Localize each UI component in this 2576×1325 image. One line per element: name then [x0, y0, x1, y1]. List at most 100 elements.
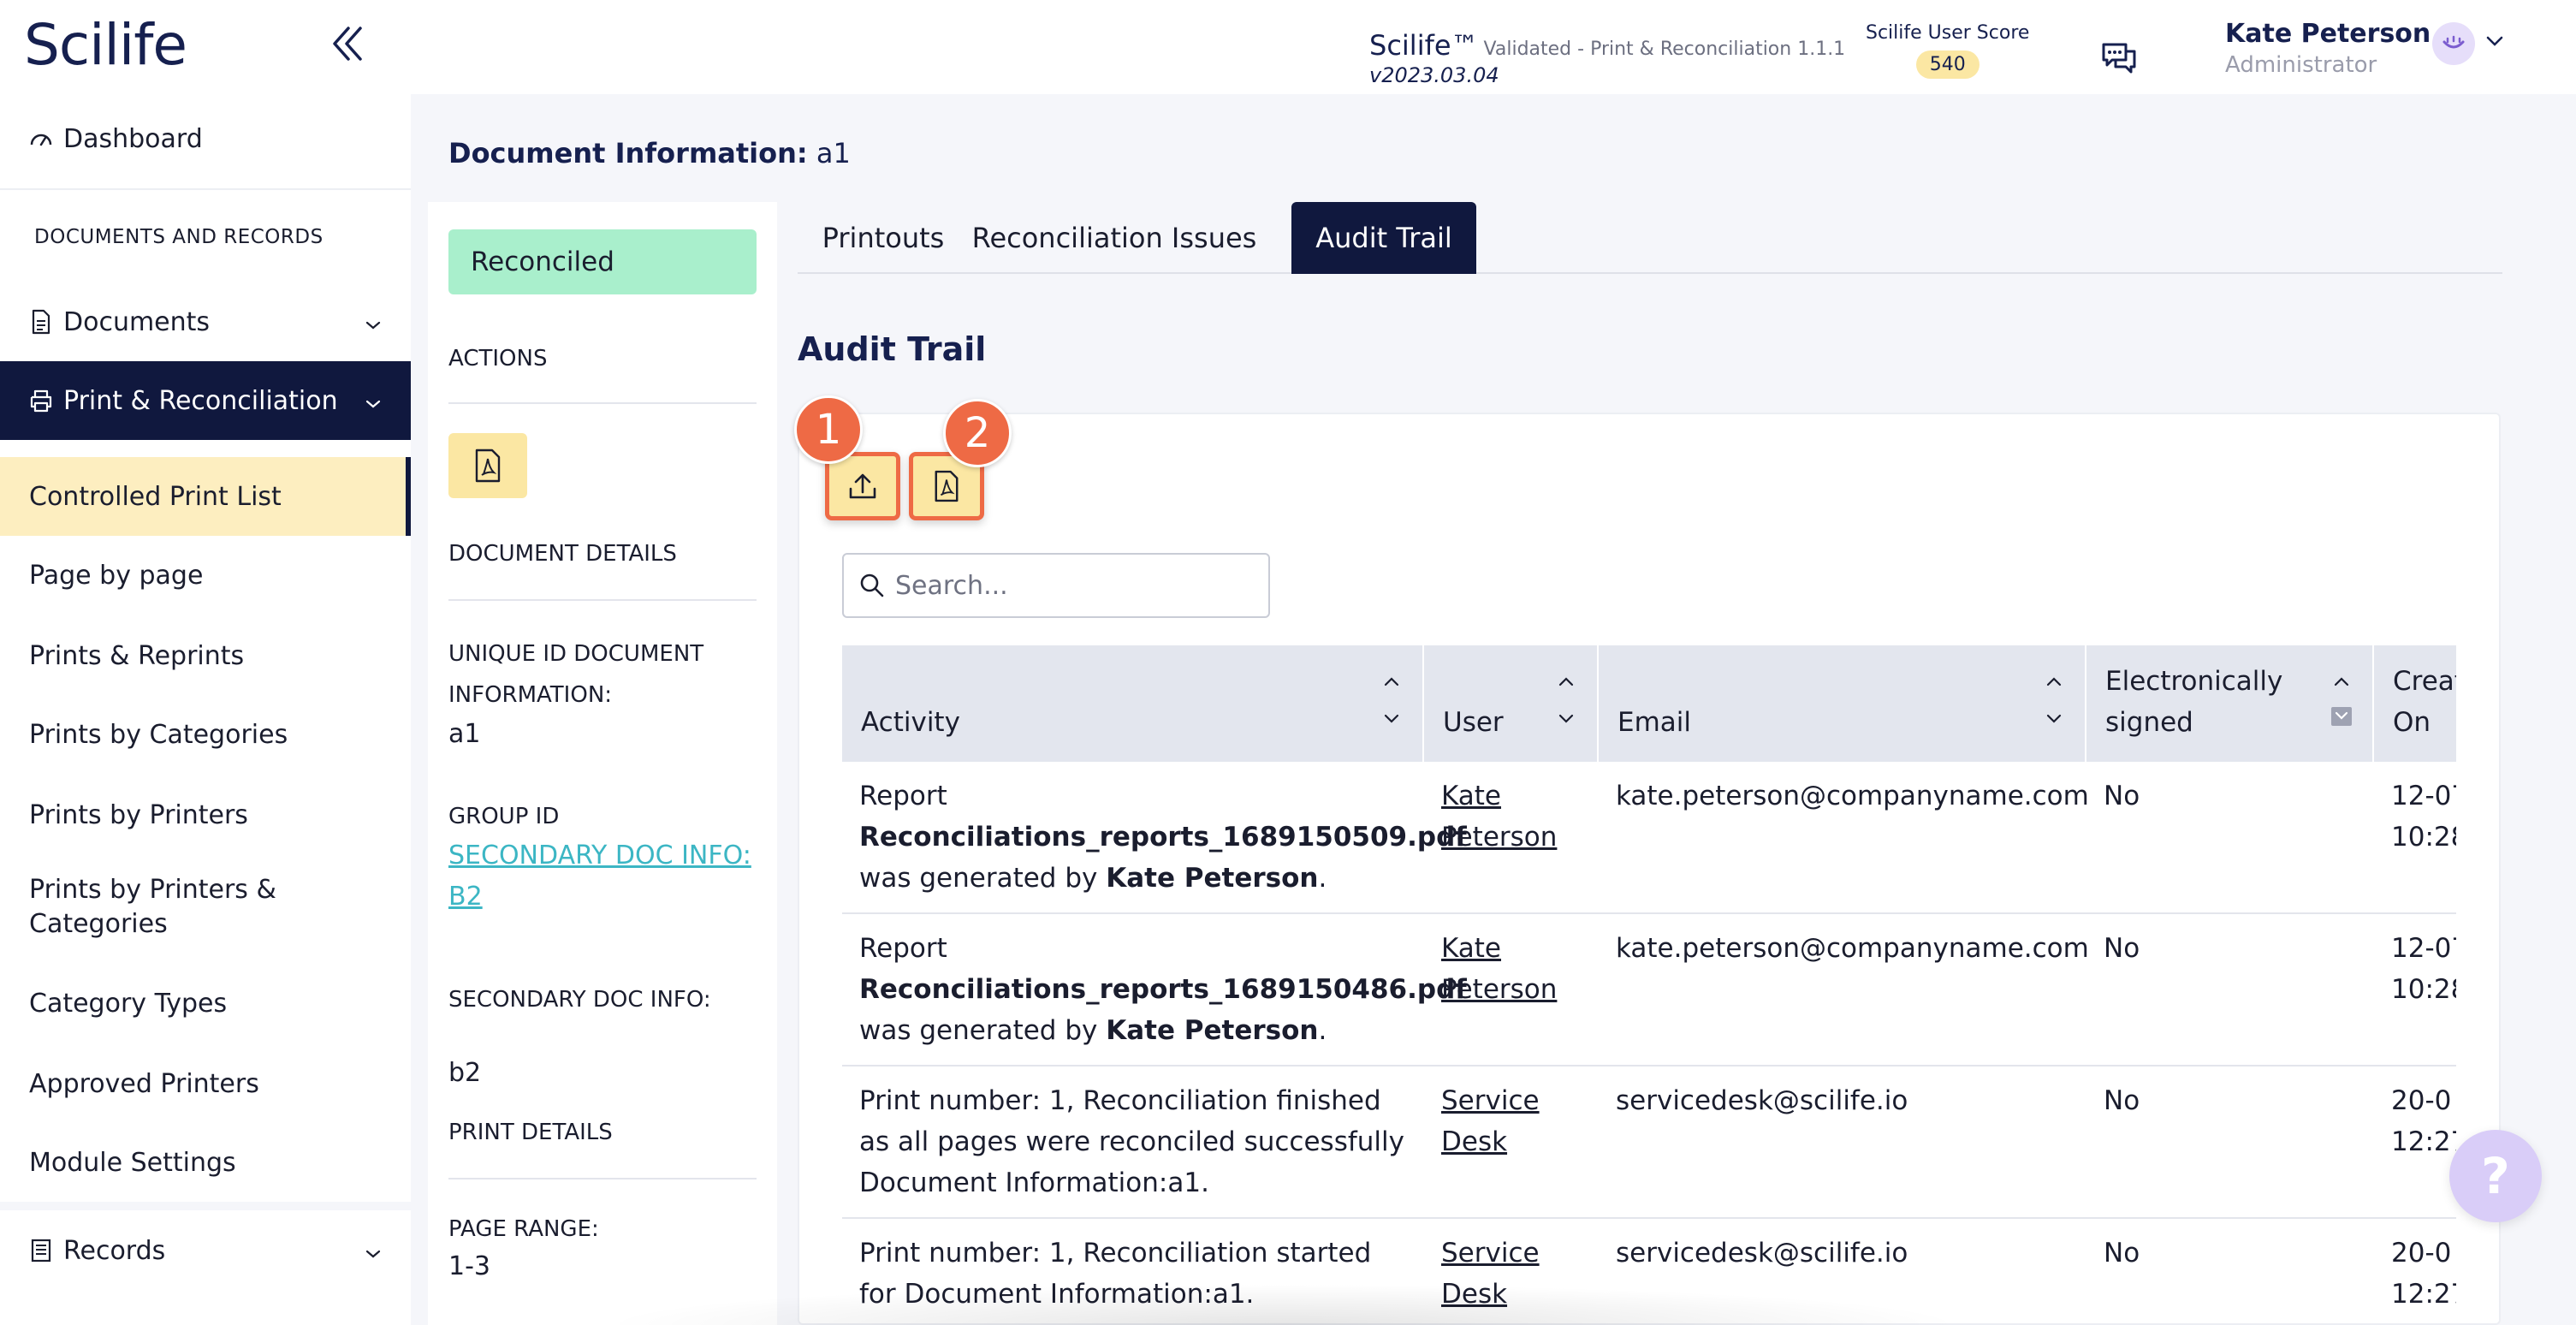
signed-cell: No — [2104, 933, 2140, 964]
scilife-logo[interactable]: Scilife — [24, 12, 187, 78]
created-date: 20-0 — [2391, 1238, 2452, 1269]
group-id-link[interactable]: SECONDARY DOC INFO: B2 — [448, 835, 774, 918]
pdf-icon — [475, 449, 501, 483]
divider — [448, 599, 757, 601]
sidebar: Dashboard DOCUMENTS AND RECORDS Document… — [0, 94, 411, 1325]
column-label: Email — [1617, 707, 1692, 738]
activity-cell: Report Reconciliations_reports_168915048… — [859, 928, 1467, 1051]
sidebar-item-label: Documents — [63, 306, 211, 337]
user-name: Kate Peterson — [2225, 19, 2431, 49]
user-link[interactable]: Kate Peterson — [1441, 933, 1557, 1005]
bottom-shadow — [599, 1284, 1968, 1325]
dashboard-icon — [27, 125, 55, 152]
report-name: Reconciliations_reports_1689150486.pdf — [859, 974, 1467, 1005]
app-version: v2023.03.04 — [1369, 63, 1499, 87]
user-menu[interactable]: Kate Peterson Administrator — [2225, 19, 2431, 78]
created-cell: 12-07 10:28: — [2391, 928, 2456, 1010]
tab-audit-trail[interactable]: Audit Trail — [1291, 202, 1476, 274]
activity-text: was generated by — [859, 863, 1098, 894]
activity-cell: Report Reconciliations_reports_168915050… — [859, 775, 1467, 899]
chevron-down-icon — [365, 386, 382, 416]
sidebar-subitem-prints-by-printers[interactable]: Prints by Printers — [0, 775, 411, 854]
sidebar-section-label: DOCUMENTS AND RECORDS — [34, 226, 323, 248]
sidebar-item-records[interactable]: Records — [0, 1221, 411, 1280]
user-cell: Service Desk — [1441, 1080, 1570, 1162]
export-pdf-button[interactable] — [448, 433, 527, 498]
actions-heading: ACTIONS — [448, 346, 548, 371]
search-icon — [860, 573, 884, 597]
column-header-email[interactable]: Email — [1599, 645, 2086, 762]
sort-icon — [1384, 677, 1399, 723]
group-id-label: GROUP ID — [448, 804, 560, 829]
column-label: Electronically signed — [2105, 666, 2283, 738]
double-chevron-left-icon — [333, 27, 362, 61]
unique-id-label: UNIQUE ID DOCUMENT INFORMATION: — [448, 641, 704, 708]
created-date: 12-07 — [2391, 933, 2456, 964]
search-input[interactable] — [895, 570, 1255, 601]
page-title-label: Document Information: — [448, 137, 808, 169]
sidebar-subitem-prints-by-categories[interactable]: Prints by Categories — [0, 695, 411, 774]
sort-desc-active-icon — [2331, 677, 2352, 726]
app-info: Scilife™ Validated - Print & Reconciliati… — [1369, 29, 1845, 87]
activity-user: Kate Peterson — [1106, 863, 1319, 894]
document-icon — [27, 308, 55, 336]
created-cell: 12-07 10:28: — [2391, 775, 2456, 858]
page-range-value: 1-3 — [448, 1251, 490, 1281]
user-link[interactable]: Kate Peterson — [1441, 781, 1557, 853]
sidebar-subitem-module-settings[interactable]: Module Settings — [0, 1123, 411, 1202]
score-label: Scilife User Score — [1866, 22, 2030, 44]
sidebar-item-documents[interactable]: Documents — [0, 296, 411, 348]
user-cell: Kate Peterson — [1441, 928, 1570, 1010]
chevron-down-icon — [2486, 36, 2503, 46]
tab-reconciliation-issues[interactable]: Reconciliation Issues — [969, 202, 1260, 274]
help-button[interactable]: ? — [2449, 1130, 2542, 1222]
secondary-doc-label: SECONDARY DOC INFO: — [448, 987, 711, 1013]
tab-bar: Printouts Reconciliation Issues Audit Tr… — [798, 202, 2502, 274]
sidebar-subitem-controlled-print-list[interactable]: Controlled Print List — [0, 457, 411, 536]
upload-icon — [849, 473, 876, 499]
email-cell: kate.peterson@companyname.com — [1616, 933, 2089, 964]
column-header-electronically-signed[interactable]: Electronically signed — [2086, 645, 2374, 762]
status-badge: Reconciled — [448, 229, 757, 294]
sort-icon — [1558, 677, 1574, 723]
created-time: 12:27: — [2391, 1126, 2456, 1157]
chat-icon — [2102, 43, 2136, 74]
email-cell: servicedesk@scilife.io — [1616, 1238, 1908, 1269]
app-subtitle: Validated - Print & Reconciliation 1.1.1 — [1483, 39, 1846, 60]
document-details-heading: DOCUMENT DETAILS — [448, 541, 677, 567]
chat-button[interactable] — [2100, 39, 2143, 77]
email-cell: kate.peterson@companyname.com — [1616, 781, 2089, 811]
chevron-down-icon — [365, 307, 382, 337]
callout-1: 1 — [794, 395, 863, 464]
column-header-created-on[interactable]: Created On — [2374, 645, 2456, 762]
printer-icon — [27, 387, 55, 414]
sidebar-item-label: Dashboard — [63, 123, 203, 154]
sidebar-subitem-category-types[interactable]: Category Types — [0, 964, 411, 1043]
secondary-doc-value: b2 — [448, 1058, 482, 1088]
column-header-user[interactable]: User — [1424, 645, 1599, 762]
score-badge: 540 — [1915, 51, 1979, 79]
chevron-down-icon — [365, 1236, 382, 1266]
tab-printouts[interactable]: Printouts — [798, 202, 969, 274]
column-label: Activity — [861, 707, 960, 738]
activity-text: Report — [859, 781, 947, 811]
collapse-sidebar-button[interactable] — [325, 21, 368, 67]
created-date: 20-0 — [2391, 1085, 2452, 1116]
sidebar-item-dashboard[interactable]: Dashboard — [0, 113, 411, 164]
divider — [448, 1178, 757, 1179]
unique-id-value: a1 — [448, 719, 481, 749]
avatar[interactable] — [2432, 22, 2475, 65]
sidebar-subitem-prints-reprints[interactable]: Prints & Reprints — [0, 616, 411, 695]
sidebar-subitem-approved-printers[interactable]: Approved Printers — [0, 1044, 411, 1123]
sidebar-subitem-page-by-page[interactable]: Page by page — [0, 536, 411, 615]
sidebar-subitem-prints-by-printers-categories[interactable]: Prints by Printers & Categories — [0, 865, 411, 950]
activity-text: was generated by — [859, 1015, 1098, 1046]
user-link[interactable]: Service Desk — [1441, 1085, 1540, 1157]
search-field[interactable] — [842, 553, 1270, 618]
column-header-activity[interactable]: Activity — [842, 645, 1424, 762]
page-range-label: PAGE RANGE: — [448, 1216, 599, 1242]
created-time: 10:28: — [2391, 974, 2456, 1005]
sidebar-item-print-reconciliation[interactable]: Print & Reconciliation — [0, 361, 411, 440]
user-menu-chevron[interactable] — [2485, 34, 2504, 51]
created-cell: 20-0 12:27: — [2391, 1233, 2456, 1315]
